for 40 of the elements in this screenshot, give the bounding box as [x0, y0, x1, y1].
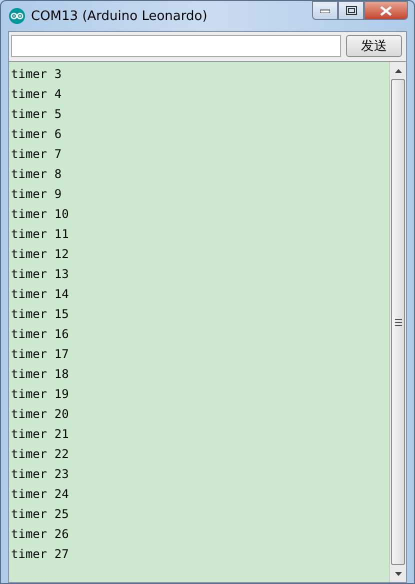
- scroll-down-icon[interactable]: [394, 572, 402, 576]
- log-line: timer 5: [11, 106, 62, 123]
- log-line: timer 18: [11, 366, 69, 383]
- log-line: timer 19: [11, 386, 69, 403]
- log-line: timer 25: [11, 506, 69, 523]
- maximize-icon: [346, 6, 356, 15]
- maximize-button[interactable]: [338, 1, 364, 20]
- log-line: timer 20: [11, 406, 69, 423]
- log-line: timer 26: [11, 526, 69, 543]
- log-line: timer 23: [11, 466, 69, 483]
- log-line: timer 16: [11, 326, 69, 343]
- log-line: timer 6: [11, 126, 62, 143]
- log-line: timer 4: [11, 86, 62, 103]
- log-line: timer 22: [11, 446, 69, 463]
- send-button[interactable]: 发送: [346, 35, 402, 57]
- close-icon: [380, 6, 392, 16]
- log-line: timer 21: [11, 426, 69, 443]
- log-line: timer 17: [11, 346, 69, 363]
- scrollbar[interactable]: [389, 62, 406, 582]
- log-line: timer 27: [11, 546, 69, 563]
- minimize-icon: [320, 8, 330, 12]
- scroll-up-icon[interactable]: [394, 68, 402, 72]
- log-line: timer 14: [11, 286, 69, 303]
- scrollbar-thumb[interactable]: [391, 79, 405, 565]
- log-line: timer 24: [11, 486, 69, 503]
- log-line: timer 15: [11, 306, 69, 323]
- log-line: timer 12: [11, 246, 69, 263]
- log-line: timer 3: [11, 66, 62, 83]
- log-line: timer 9: [11, 186, 62, 203]
- log-line: timer 13: [11, 266, 69, 283]
- log-line: timer 7: [11, 146, 62, 163]
- log-line: timer 10: [11, 206, 69, 223]
- minimize-button[interactable]: [312, 1, 338, 20]
- close-button[interactable]: [364, 1, 408, 20]
- grip-icon: [394, 318, 402, 326]
- log-line: timer 11: [11, 226, 69, 243]
- app-logo-icon: [9, 8, 25, 24]
- log-line: timer 8: [11, 166, 62, 183]
- window-title: COM13 (Arduino Leonardo): [31, 8, 208, 24]
- message-input-field[interactable]: [11, 35, 341, 57]
